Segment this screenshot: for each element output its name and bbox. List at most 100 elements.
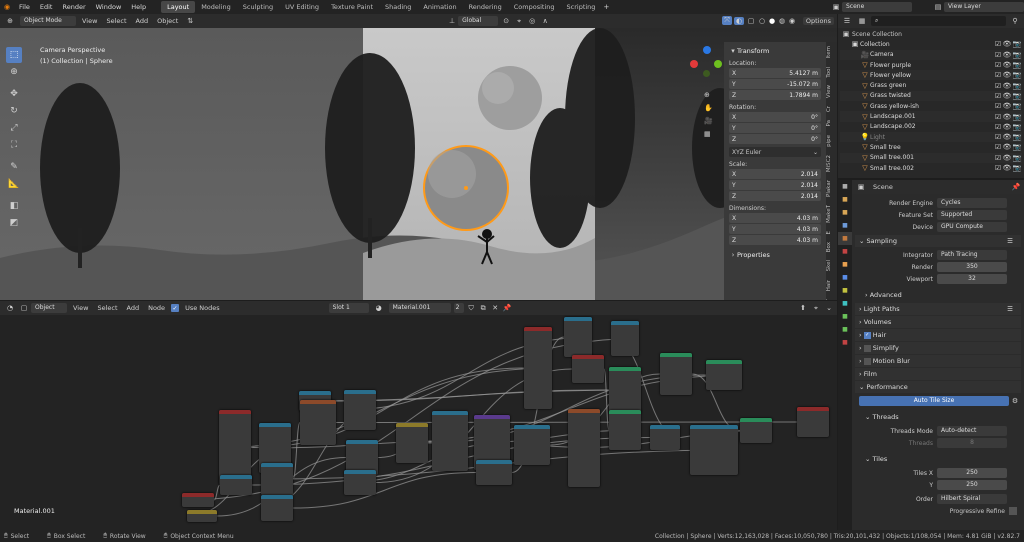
location-z-field[interactable]: Z 1.7894 m: [729, 90, 821, 100]
render-camera-icon[interactable]: 📷: [1012, 40, 1022, 48]
shader-node[interactable]: [609, 410, 641, 450]
rotation-mode-dropdown[interactable]: XYZ Euler ⌄: [729, 147, 821, 157]
backdrop-icon[interactable]: ⬆: [798, 304, 808, 312]
properties-pin-icon[interactable]: 📌: [1011, 183, 1021, 191]
shader-type-selector[interactable]: Object: [31, 303, 67, 313]
orientation-icon[interactable]: ⊥: [449, 17, 455, 25]
physics-tab-icon[interactable]: ■: [838, 297, 852, 310]
proportional-icon[interactable]: ◎: [527, 17, 537, 25]
options-menu[interactable]: Options: [802, 17, 834, 25]
xray-icon[interactable]: ▢: [746, 17, 756, 25]
exclude-checkbox-icon[interactable]: ☑: [994, 164, 1002, 172]
menu-help[interactable]: Help: [126, 3, 151, 11]
tab-shading[interactable]: Shading: [379, 1, 417, 13]
tab-scripting[interactable]: Scripting: [561, 1, 602, 13]
advanced-subpanel-header[interactable]: › Advanced: [855, 289, 1021, 301]
render-camera-icon[interactable]: 📷: [1012, 133, 1022, 141]
rotation-z-field[interactable]: Z 0°: [729, 134, 821, 144]
sidebar-tab-box[interactable]: Box: [826, 238, 832, 256]
tab-animation[interactable]: Animation: [417, 1, 462, 13]
view-layer-tab-icon[interactable]: ■: [838, 219, 852, 232]
render-camera-icon[interactable]: 📷: [1012, 71, 1022, 79]
pin-icon[interactable]: 📌: [503, 304, 512, 312]
shader-node[interactable]: [797, 407, 829, 437]
tab-sculpting[interactable]: Sculpting: [237, 1, 279, 13]
rotation-y-field[interactable]: Y 0°: [729, 123, 821, 133]
material-tab-icon[interactable]: ■: [838, 336, 852, 349]
hair-checkbox-icon[interactable]: ✓: [863, 331, 871, 339]
threads-subpanel-header[interactable]: ⌄ Threads: [855, 411, 1021, 423]
select-box-tool-icon[interactable]: ⬚: [6, 47, 22, 63]
sidebar-tab-tool[interactable]: Tool: [826, 63, 832, 82]
visibility-eye-icon[interactable]: 👁: [1002, 102, 1012, 110]
viewport-menu-add[interactable]: Add: [133, 17, 152, 25]
outliner-item[interactable]: ▽ Grass yellow-ish ☑ 👁 📷: [840, 101, 1022, 111]
exclude-checkbox-icon[interactable]: ☑: [994, 71, 1002, 79]
render-camera-icon[interactable]: 📷: [1012, 51, 1022, 59]
outliner-item[interactable]: ▽ Small tree.002 ☑ 👁 📷: [840, 163, 1022, 173]
tab-layout[interactable]: Layout: [161, 1, 196, 13]
menu-file[interactable]: File: [14, 3, 35, 11]
outliner-item[interactable]: ▽ Small tree.001 ☑ 👁 📷: [840, 152, 1022, 163]
performance-panel-header[interactable]: ⌄ Performance: [855, 381, 1021, 393]
device-dropdown[interactable]: GPU Compute: [937, 222, 1007, 232]
add-cube-tool-icon[interactable]: ◧: [6, 198, 22, 214]
expand-icon[interactable]: ›: [729, 251, 737, 259]
render-camera-icon[interactable]: 📷: [1012, 154, 1022, 162]
sidebar-tab-plakar[interactable]: Plakar: [826, 176, 832, 201]
visibility-eye-icon[interactable]: 👁: [1002, 164, 1012, 172]
render-tab-icon[interactable]: ■: [838, 193, 852, 206]
material-shading-icon[interactable]: ◍: [778, 17, 786, 25]
shader-node[interactable]: [300, 400, 336, 445]
order-dropdown[interactable]: Hilbert Spiral: [937, 494, 1007, 504]
material-name-field[interactable]: Material.001: [388, 303, 451, 313]
tab-modeling[interactable]: Modeling: [195, 1, 237, 13]
sidebar-tab-pa[interactable]: Pa: [826, 116, 832, 130]
outliner-item[interactable]: ▽ Landscape.001 ☑ 👁 📷: [840, 111, 1022, 122]
display-mode-icon[interactable]: ▦: [856, 17, 868, 25]
slot-selector[interactable]: Slot 1: [328, 303, 369, 313]
camera-view-icon[interactable]: 🎥: [704, 114, 713, 127]
node-menu-node[interactable]: Node: [145, 304, 168, 312]
tab-texture-paint[interactable]: Texture Paint: [325, 1, 379, 13]
shader-node[interactable]: [220, 475, 252, 495]
simplify-checkbox-icon[interactable]: [863, 344, 871, 352]
exclude-checkbox-icon[interactable]: ☑: [994, 51, 1002, 59]
blender-logo-icon[interactable]: ◉: [0, 3, 14, 11]
motion-blur-panel-header[interactable]: › Motion Blur: [855, 355, 1021, 367]
viewport-menu-select[interactable]: Select: [103, 17, 129, 25]
scene-icon[interactable]: ▣: [830, 3, 842, 11]
visibility-eye-icon[interactable]: 👁: [1002, 51, 1012, 59]
tab-compositing[interactable]: Compositing: [508, 1, 561, 13]
visibility-eye-icon[interactable]: 👁: [1002, 154, 1012, 162]
exclude-checkbox-icon[interactable]: ☑: [994, 92, 1002, 100]
shader-node[interactable]: [344, 470, 376, 495]
outliner-item[interactable]: 🎥 Camera ☑ 👁 📷: [840, 49, 1022, 60]
render-camera-icon[interactable]: 📷: [1012, 61, 1022, 69]
outliner-item[interactable]: ▽ Flower purple ☑ 👁 📷: [840, 60, 1022, 70]
location-y-field[interactable]: Y -15.072 m: [729, 79, 821, 89]
collapse-icon[interactable]: ▾: [729, 47, 737, 55]
render-camera-icon[interactable]: 📷: [1012, 82, 1022, 90]
gizmo-y-icon[interactable]: [714, 60, 722, 68]
node-options-icon[interactable]: ⌄: [824, 304, 834, 312]
menu-window[interactable]: Window: [91, 3, 127, 11]
node-menu-select[interactable]: Select: [94, 304, 120, 312]
render-camera-icon[interactable]: 📷: [1012, 92, 1022, 100]
editor-type-icon[interactable]: ⊕: [3, 17, 17, 25]
view-layer-selector[interactable]: View Layer: [944, 2, 1024, 12]
navigation-gizmo[interactable]: [690, 46, 724, 80]
shader-node[interactable]: [432, 411, 468, 471]
shader-node[interactable]: [568, 409, 600, 487]
node-editor-canvas[interactable]: Material.001: [0, 315, 837, 530]
filter-icon[interactable]: ⚲: [1009, 17, 1021, 25]
outliner-item[interactable]: ▽ Small tree ☑ 👁 📷: [840, 142, 1022, 152]
shader-node[interactable]: [609, 367, 641, 413]
snap-icon[interactable]: ⌖: [514, 17, 524, 26]
object-tab-icon[interactable]: ■: [838, 258, 852, 271]
render-camera-icon[interactable]: 📷: [1012, 164, 1022, 172]
render-camera-icon[interactable]: 📷: [1012, 113, 1022, 121]
modifier-tab-icon[interactable]: ■: [838, 271, 852, 284]
pan-icon[interactable]: ✋: [704, 101, 713, 114]
world-tab-icon[interactable]: ■: [838, 245, 852, 258]
